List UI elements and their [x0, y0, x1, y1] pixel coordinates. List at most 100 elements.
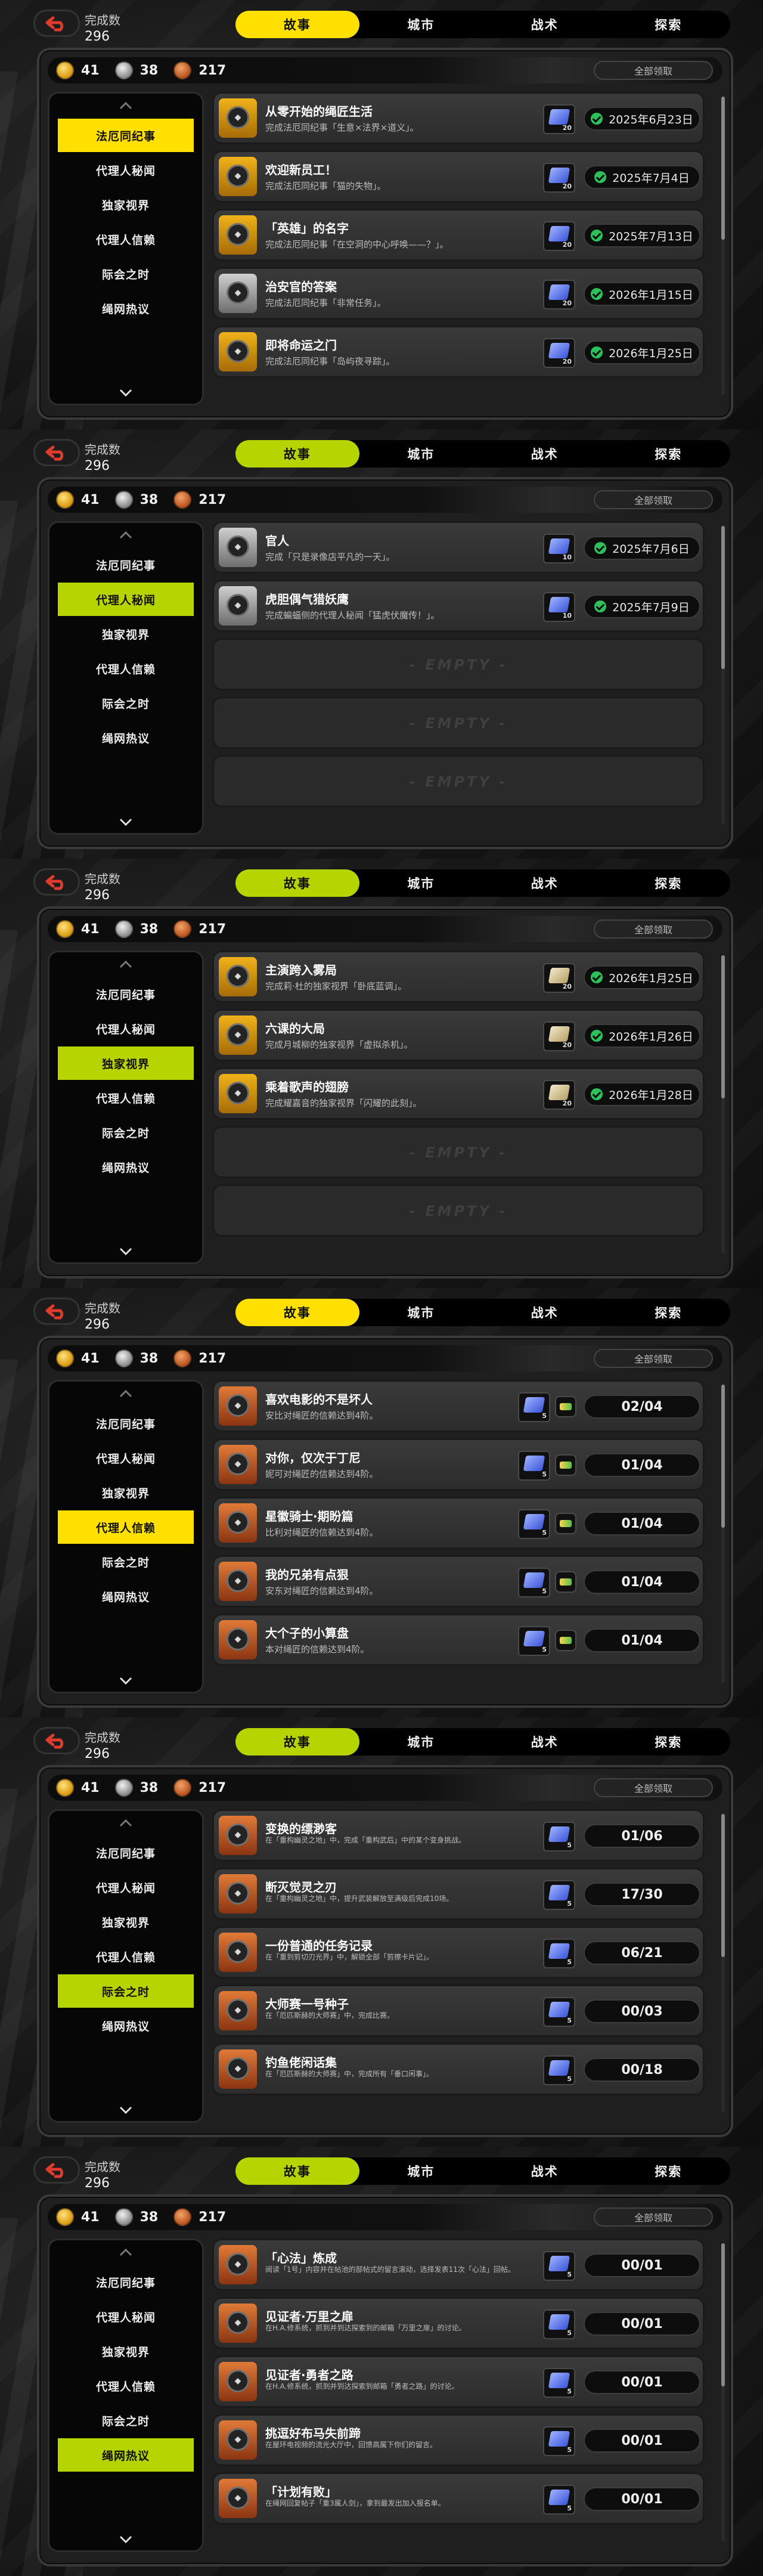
scrollbar-thumb[interactable]	[721, 2243, 725, 2386]
achievement-row[interactable]: ◆ 官人 完成「只是录像店平凡的一天」。 10 2025年7月6日	[212, 521, 705, 574]
list-scrollbar[interactable]	[721, 97, 725, 395]
scroll-up-icon[interactable]	[119, 1389, 133, 1398]
sidebar-item-2[interactable]: 独家视界	[58, 188, 194, 221]
sidebar-item-0[interactable]: 法厄同纪事	[58, 548, 194, 581]
tab-2[interactable]: 战术	[483, 2157, 607, 2185]
achievement-row[interactable]: ◆ 欢迎新员工！ 完成法厄同纪事「猫的失物」。 20 2025年7月4日	[212, 150, 705, 203]
claim-all-button[interactable]: 全部领取	[594, 1349, 713, 1368]
claim-all-button[interactable]: 全部领取	[594, 919, 713, 939]
sidebar-item-4[interactable]: 际会之时	[58, 1545, 194, 1578]
sidebar-item-3[interactable]: 代理人信赖	[58, 222, 194, 256]
sidebar-item-1[interactable]: 代理人秘闻	[58, 1012, 194, 1045]
achievement-row[interactable]: ◆ 一份普通的任务记录 在「重到剪切刃光界」中，解锁全部「剪擦卡片记」。 5 06/21	[212, 1926, 705, 1979]
list-scrollbar[interactable]	[721, 2243, 725, 2541]
tab-3[interactable]: 探索	[607, 1299, 731, 1326]
scroll-up-icon[interactable]	[119, 101, 133, 110]
tab-0[interactable]: 故事	[235, 440, 359, 467]
back-button[interactable]	[33, 439, 80, 466]
back-button[interactable]	[33, 10, 80, 37]
achievement-row[interactable]: ◆ 变换的缥渺客 在「重构幽灵之地」中，完成「重构武后」中的某个变身挑战。 5 01/0…	[212, 1809, 705, 1862]
achievement-row[interactable]: ◆ 「计划有败」 在绳网回复帖子「重3属人剑」，拿到最发出加入报名单。 5 00/01	[212, 2472, 705, 2525]
achievement-row[interactable]: ◆ 大师赛一号种子 在「厄匹斯赫的大师赛」中，完成比赛。 5 00/03	[212, 1984, 705, 2037]
tab-2[interactable]: 战术	[483, 11, 607, 38]
tab-1[interactable]: 城市	[359, 1299, 483, 1326]
sidebar-item-0[interactable]: 法厄同纪事	[58, 2265, 194, 2299]
achievement-row[interactable]: ◆ 「心法」炼成 阅读「1号」内容并在帖池的部帖式的留言滚动，选择发表11次「心法」…	[212, 2238, 705, 2291]
sidebar-item-2[interactable]: 独家视界	[58, 1905, 194, 1939]
tab-3[interactable]: 探索	[607, 11, 731, 38]
scrollbar-thumb[interactable]	[721, 955, 725, 1098]
scrollbar-thumb[interactable]	[721, 1814, 725, 1957]
list-scrollbar[interactable]	[721, 1385, 725, 1683]
sidebar-item-3[interactable]: 代理人信赖	[58, 1940, 194, 1973]
sidebar-item-2[interactable]: 独家视界	[58, 617, 194, 651]
sidebar-item-2[interactable]: 独家视界	[58, 1476, 194, 1509]
sidebar-item-2[interactable]: 独家视界	[58, 1046, 194, 1080]
tab-3[interactable]: 探索	[607, 440, 731, 467]
sidebar-item-1[interactable]: 代理人秘闻	[58, 1871, 194, 1904]
tab-0[interactable]: 故事	[235, 11, 359, 38]
achievement-row[interactable]: ◆ 虎胆偶气猎妖鹰 完成蝙蝠侧的代理人秘闻「猛虎伏魔传！」。 10 2025年7月9日	[212, 580, 705, 632]
scroll-down-icon[interactable]	[119, 388, 133, 397]
sidebar-item-5[interactable]: 绳网热议	[58, 1580, 194, 1613]
tab-1[interactable]: 城市	[359, 1728, 483, 1755]
achievement-row[interactable]: ◆ 挑逗好布马失前蹄 在屋环电视频的流光大厅中，回馈高属下你们的留言。 5 00/01	[212, 2414, 705, 2466]
tab-0[interactable]: 故事	[235, 1728, 359, 1755]
achievement-row[interactable]: ◆ 即将命运之门 完成法厄同纪事「岛屿夜寻踪」。 20 2026年1月25日	[212, 326, 705, 378]
sidebar-item-5[interactable]: 绳网热议	[58, 1150, 194, 1184]
achievement-row[interactable]: ◆ 对你，仅次于丁尼 妮可对绳匠的信赖达到4阶。 5 01/04	[212, 1438, 705, 1491]
claim-all-button[interactable]: 全部领取	[594, 2207, 713, 2227]
claim-all-button[interactable]: 全部领取	[594, 490, 713, 509]
scroll-down-icon[interactable]	[119, 1676, 133, 1685]
scroll-up-icon[interactable]	[119, 530, 133, 539]
tab-3[interactable]: 探索	[607, 1728, 731, 1755]
sidebar-item-3[interactable]: 代理人信赖	[58, 2369, 194, 2402]
sidebar-item-5[interactable]: 绳网热议	[58, 292, 194, 325]
achievement-row[interactable]: ◆ 钓鱼佬闲话集 在「厄匹斯赫的大师赛」中，完成所有「垂口闲事」。 5 00/18	[212, 2043, 705, 2095]
sidebar-item-4[interactable]: 际会之时	[58, 1116, 194, 1149]
achievement-row[interactable]: ◆ 见证者·勇者之路 在H.A.修系统，抓到并到达探索到邮箱「勇者之路」的讨论。 5 0…	[212, 2355, 705, 2408]
back-button[interactable]	[33, 868, 80, 896]
sidebar-item-5[interactable]: 绳网热议	[58, 2009, 194, 2042]
scroll-down-icon[interactable]	[119, 2535, 133, 2544]
tab-0[interactable]: 故事	[235, 2157, 359, 2185]
sidebar-item-5[interactable]: 绳网热议	[58, 721, 194, 754]
sidebar-item-4[interactable]: 际会之时	[58, 1974, 194, 2008]
scroll-up-icon[interactable]	[119, 2247, 133, 2256]
achievement-row[interactable]: ◆ 我的兄弟有点狠 安东对绳匠的信赖达到4阶。 5 01/04	[212, 1555, 705, 1608]
list-scrollbar[interactable]	[721, 955, 725, 1253]
achievement-row[interactable]: ◆ 喜欢电影的不是坏人 安比对绳匠的信赖达到4阶。 5 02/04	[212, 1380, 705, 1432]
scrollbar-thumb[interactable]	[721, 97, 725, 240]
tab-1[interactable]: 城市	[359, 869, 483, 897]
tab-0[interactable]: 故事	[235, 1299, 359, 1326]
scroll-up-icon[interactable]	[119, 1818, 133, 1827]
achievement-row[interactable]: ◆ 见证者·万里之扉 在H.A.修系统，抓到并到达探索到的邮箱「万里之扉」的讨论。 5…	[212, 2297, 705, 2349]
achievement-row[interactable]: ◆ 大个子的小算盘 本对绳匠的信赖达到4阶。 5 01/04	[212, 1614, 705, 1666]
back-button[interactable]	[33, 1727, 80, 1754]
achievement-row[interactable]: ◆ 乘着歌声的翅膀 完成耀嘉音的独家视界「闪耀的此刻」。 20 2026年1月28日	[212, 1067, 705, 1120]
sidebar-item-4[interactable]: 际会之时	[58, 257, 194, 290]
tab-2[interactable]: 战术	[483, 440, 607, 467]
achievement-row[interactable]: ◆ 主演跨入雾局 完成莉·杜的独家视界「卧底蓝调」。 20 2026年1月25日	[212, 950, 705, 1003]
back-button[interactable]	[33, 1298, 80, 1325]
achievement-row[interactable]: ◆ 六课的大局 完成月城柳的独家视界「虚拟杀机」。 20 2026年1月26日	[212, 1009, 705, 1061]
achievement-row[interactable]: ◆ 「英雄」的名字 完成法厄同纪事「在空洞的中心呼唤——？」。 20 2025年7月13…	[212, 209, 705, 261]
list-scrollbar[interactable]	[721, 1814, 725, 2112]
scroll-down-icon[interactable]	[119, 2106, 133, 2114]
sidebar-item-0[interactable]: 法厄同纪事	[58, 1836, 194, 1869]
claim-all-button[interactable]: 全部领取	[594, 61, 713, 80]
tab-1[interactable]: 城市	[359, 2157, 483, 2185]
sidebar-item-4[interactable]: 际会之时	[58, 2404, 194, 2437]
sidebar-item-1[interactable]: 代理人秘闻	[58, 583, 194, 616]
scroll-down-icon[interactable]	[119, 1247, 133, 1256]
sidebar-item-0[interactable]: 法厄同纪事	[58, 119, 194, 152]
tab-2[interactable]: 战术	[483, 869, 607, 897]
tab-0[interactable]: 故事	[235, 869, 359, 897]
sidebar-item-5[interactable]: 绳网热议	[58, 2438, 194, 2472]
sidebar-item-1[interactable]: 代理人秘闻	[58, 2300, 194, 2333]
tab-2[interactable]: 战术	[483, 1728, 607, 1755]
sidebar-item-2[interactable]: 独家视界	[58, 2334, 194, 2368]
achievement-row[interactable]: ◆ 星徽骑士·期盼篇 比利对绳匠的信赖达到4阶。 5 01/04	[212, 1497, 705, 1549]
list-scrollbar[interactable]	[721, 526, 725, 824]
scrollbar-thumb[interactable]	[721, 526, 725, 669]
